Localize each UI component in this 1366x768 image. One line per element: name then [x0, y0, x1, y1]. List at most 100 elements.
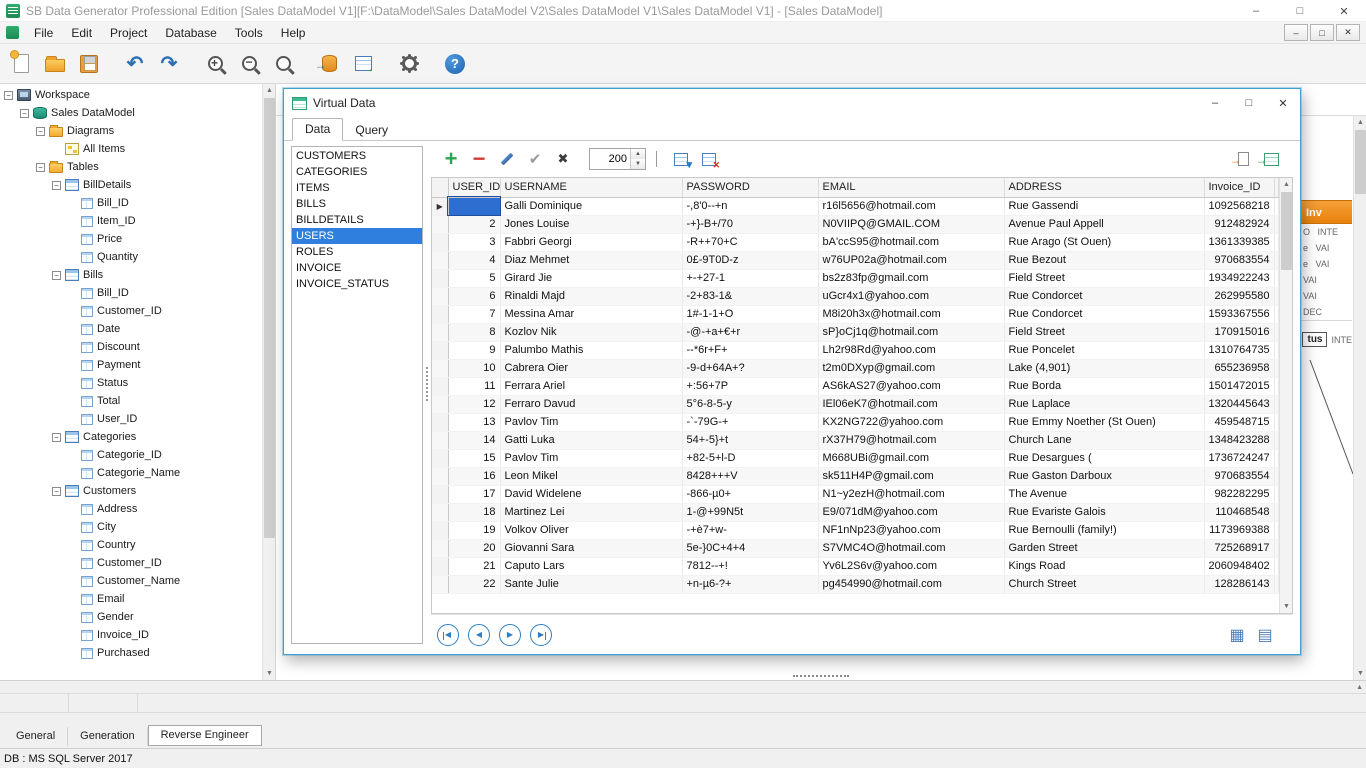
cell-email[interactable]: N1~y2ezH@hotmail.com — [818, 485, 1004, 503]
export-table-button[interactable] — [346, 48, 380, 80]
cell-invoice-id[interactable]: 128286143 — [1204, 575, 1274, 593]
cell-user-id[interactable]: 6 — [448, 287, 500, 305]
tree-item-payment[interactable]: Payment — [0, 356, 261, 374]
cell-username[interactable]: Kozlov Nik — [500, 323, 682, 341]
cell-username[interactable]: Ferraro Davud — [500, 395, 682, 413]
help-button[interactable]: ? — [438, 48, 472, 80]
cell-email[interactable]: M668UBi@gmail.com — [818, 449, 1004, 467]
table-row[interactable]: 5Girard Jie+-+27-1bs2z83fp@gmail.comFiel… — [432, 269, 1279, 287]
dialog-tab-query[interactable]: Query — [343, 120, 400, 141]
spinner-down-icon[interactable]: ▼ — [631, 159, 645, 169]
cell-invoice-id[interactable]: 459548715 — [1204, 413, 1274, 431]
cell-address[interactable]: Church Street — [1004, 575, 1204, 593]
cell-invoice-id[interactable]: 1736724247 — [1204, 449, 1274, 467]
table-row[interactable]: 14Gatti Luka54+-5}+trX37H79@hotmail.comC… — [432, 431, 1279, 449]
scroll-down-icon[interactable]: ▼ — [1280, 600, 1293, 613]
dialog-tab-data[interactable]: Data — [292, 118, 343, 141]
table-list-item-users[interactable]: USERS — [292, 228, 422, 244]
cell-user-id[interactable]: 8 — [448, 323, 500, 341]
table-row[interactable]: 19Volkov Oliver-+è7+w-NF1nNp23@yahoo.com… — [432, 521, 1279, 539]
redo-button[interactable] — [152, 48, 186, 80]
dialog-title-bar[interactable]: Virtual Data – □ ✕ — [284, 89, 1300, 117]
column-header-user-id[interactable]: USER_ID — [448, 178, 500, 197]
cell-address[interactable]: Rue Poncelet — [1004, 341, 1204, 359]
cell-invoice-id[interactable]: 1310764735 — [1204, 341, 1274, 359]
cell-username[interactable]: Jones Louise — [500, 215, 682, 233]
spinner-arrows[interactable]: ▲ ▼ — [630, 149, 645, 169]
cell-username[interactable]: David Widelene — [500, 485, 682, 503]
cell-invoice-id[interactable]: 1501472015 — [1204, 377, 1274, 395]
cell-address[interactable]: Kings Road — [1004, 557, 1204, 575]
cell-username[interactable]: Pavlov Tim — [500, 449, 682, 467]
cell-email[interactable]: AS6kAS27@yahoo.com — [818, 377, 1004, 395]
tree-item-bill-id[interactable]: Bill_ID — [0, 284, 261, 302]
cell-user-id[interactable]: 12 — [448, 395, 500, 413]
cell-username[interactable]: Palumbo Mathis — [500, 341, 682, 359]
table-list-item-items[interactable]: ITEMS — [292, 180, 422, 196]
collapse-icon[interactable]: − — [52, 433, 61, 442]
menu-tools[interactable]: Tools — [226, 22, 272, 43]
save-button[interactable] — [72, 48, 106, 80]
collapse-icon[interactable]: − — [52, 487, 61, 496]
cell-address[interactable]: Rue Gassendi — [1004, 197, 1204, 215]
tree-item-city[interactable]: City — [0, 518, 261, 536]
table-list-item-billdetails[interactable]: BILLDETAILS — [292, 212, 422, 228]
cell-invoice-id[interactable]: 2060948402 — [1204, 557, 1274, 575]
scroll-down-icon[interactable]: ▼ — [1354, 667, 1366, 680]
table-row[interactable]: 16Leon Mikel8428+++Vsk511H4P@gmail.comRu… — [432, 467, 1279, 485]
mdi-close-button[interactable]: ✕ — [1336, 24, 1360, 41]
tree-item-workspace[interactable]: −Workspace — [0, 86, 261, 104]
cell-address[interactable]: Rue Condorcet — [1004, 305, 1204, 323]
fill-table-button[interactable] — [667, 145, 695, 173]
add-row-button[interactable]: + — [437, 145, 465, 173]
cell-username[interactable]: Martinez Lei — [500, 503, 682, 521]
import-database-button[interactable] — [312, 48, 346, 80]
cell-invoice-id[interactable]: 1348423288 — [1204, 431, 1274, 449]
tree-item-email[interactable]: Email — [0, 590, 261, 608]
edit-row-button[interactable] — [493, 145, 521, 173]
cell-user-id[interactable]: 19 — [448, 521, 500, 539]
tree-item-customers[interactable]: −Customers — [0, 482, 261, 500]
cell-user-id[interactable]: 17 — [448, 485, 500, 503]
tree-item-categorie-name[interactable]: Categorie_Name — [0, 464, 261, 482]
cell-user-id[interactable] — [448, 197, 500, 215]
spinner-up-icon[interactable]: ▲ — [631, 149, 645, 159]
cell-password[interactable]: -R++70+C — [682, 233, 818, 251]
cell-username[interactable]: Girard Jie — [500, 269, 682, 287]
cell-user-id[interactable]: 18 — [448, 503, 500, 521]
cell-invoice-id[interactable]: 982282295 — [1204, 485, 1274, 503]
cell-username[interactable]: Caputo Lars — [500, 557, 682, 575]
table-row[interactable]: ▶Galli Dominique-,8'0--+nr16l5656@hotmai… — [432, 197, 1279, 215]
collapse-icon[interactable]: − — [36, 127, 45, 136]
cell-username[interactable]: Pavlov Tim — [500, 413, 682, 431]
cell-email[interactable]: sk511H4P@gmail.com — [818, 467, 1004, 485]
cell-invoice-id[interactable]: 970683554 — [1204, 251, 1274, 269]
cell-email[interactable]: w76UP02a@hotmail.com — [818, 251, 1004, 269]
rows-count-input[interactable] — [590, 149, 630, 169]
window-maximize-button[interactable]: □ — [1278, 0, 1322, 22]
undo-button[interactable] — [118, 48, 152, 80]
horizontal-splitter-handle[interactable] — [793, 675, 849, 677]
tree-item-purchased[interactable]: Purchased — [0, 644, 261, 662]
scroll-down-icon[interactable]: ▼ — [263, 667, 276, 680]
tree-item-quantity[interactable]: Quantity — [0, 248, 261, 266]
cell-address[interactable]: Garden Street — [1004, 539, 1204, 557]
tree-item-tables[interactable]: −Tables — [0, 158, 261, 176]
tree-item-customer-id[interactable]: Customer_ID — [0, 302, 261, 320]
tree-item-date[interactable]: Date — [0, 320, 261, 338]
cell-email[interactable]: sP}oCj1q@hotmail.com — [818, 323, 1004, 341]
clear-table-button[interactable] — [695, 145, 723, 173]
window-minimize-button[interactable]: – — [1234, 0, 1278, 22]
window-close-button[interactable]: ✕ — [1322, 0, 1366, 22]
dialog-maximize-button[interactable]: □ — [1232, 90, 1266, 116]
previous-record-button[interactable]: ◀ — [468, 624, 490, 646]
cell-email[interactable]: uGcr4x1@yahoo.com — [818, 287, 1004, 305]
tree-scrollbar[interactable]: ▲ ▼ — [262, 84, 275, 680]
tree-item-all-items[interactable]: All Items — [0, 140, 261, 158]
collapse-icon[interactable]: − — [20, 109, 29, 118]
tree-item-billdetails[interactable]: −BillDetails — [0, 176, 261, 194]
cell-password[interactable]: 0£-9T0D-z — [682, 251, 818, 269]
cell-email[interactable]: Yv6L2S6v@yahoo.com — [818, 557, 1004, 575]
cell-email[interactable]: N0VIIPQ@GMAIL.COM — [818, 215, 1004, 233]
next-record-button[interactable]: ▶ — [499, 624, 521, 646]
